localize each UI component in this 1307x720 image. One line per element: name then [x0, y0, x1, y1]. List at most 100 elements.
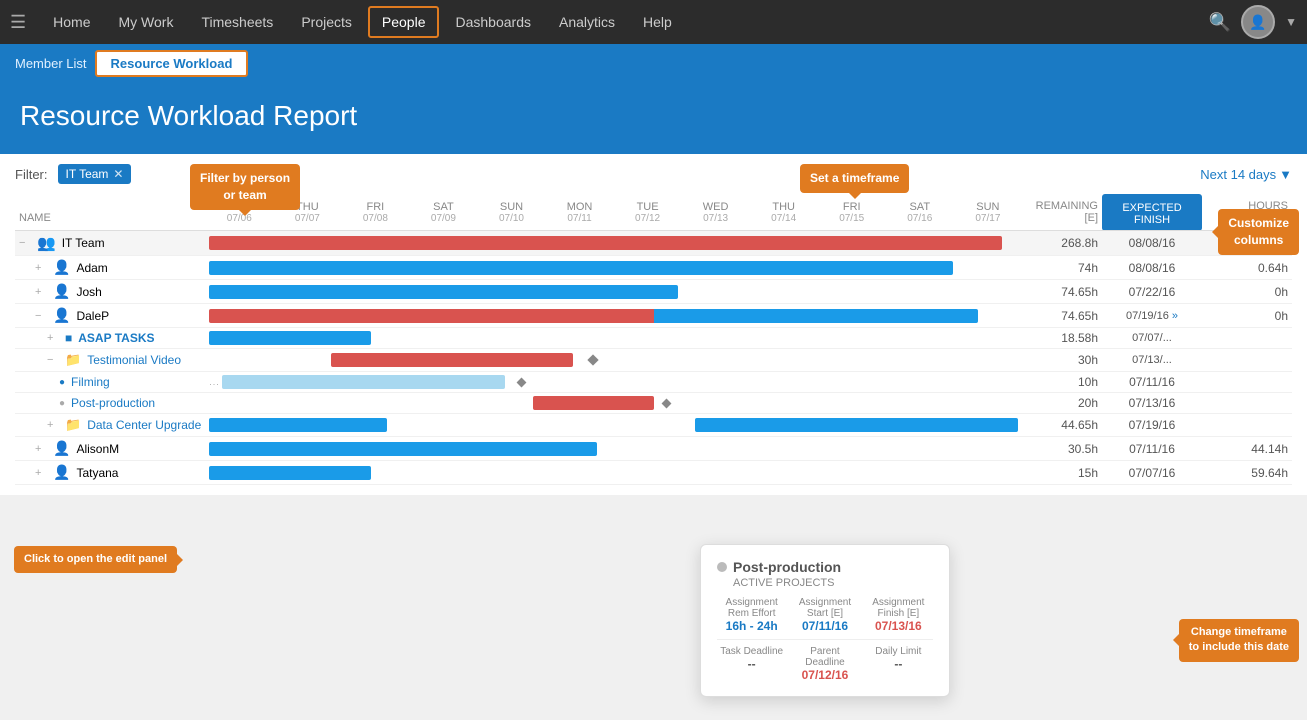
subnav-tab-resource-workload[interactable]: Resource Workload	[95, 50, 249, 77]
popup-col1-label: Assignment Rem Effort	[717, 597, 786, 619]
expand-tatyana[interactable]: +	[35, 467, 47, 479]
popup-col2-value: 07/11/16	[790, 619, 859, 633]
available-datacenter	[1202, 414, 1292, 437]
col-date-3: Sat 07/09	[409, 194, 477, 231]
itteam-label: IT Team	[62, 236, 105, 250]
table-row[interactable]: + ■ ASAP TASKS 18.58h 07/07/...	[15, 328, 1292, 349]
filter-tag-itteam[interactable]: IT Team ✕	[58, 164, 132, 184]
expected-filming: 07/11/16	[1102, 372, 1202, 393]
sub-navigation: Member List Resource Workload	[0, 44, 1307, 82]
table-row[interactable]: ● Filming ... 10h 07/11/16	[15, 372, 1292, 393]
popup-row2-label1: Task Deadline	[717, 646, 786, 657]
remaining-alisonm: 30.5h	[1022, 437, 1102, 461]
expand-datacenter[interactable]: +	[47, 419, 59, 431]
nav-timesheets[interactable]: Timesheets	[189, 8, 285, 36]
testimonial-label[interactable]: Testimonial Video	[87, 353, 181, 367]
datacenter-folder-icon: 📁	[65, 417, 81, 433]
nav-analytics[interactable]: Analytics	[547, 8, 627, 36]
table-row[interactable]: − 📁 Testimonial Video 30h	[15, 349, 1292, 372]
table-row[interactable]: − 👤 DaleP 74.65h 07/19/16 » 0h	[15, 304, 1292, 328]
asap-label[interactable]: ASAP TASKS	[78, 331, 154, 345]
available-postprod	[1202, 393, 1292, 414]
expected-postprod: 07/13/16	[1102, 393, 1202, 414]
name-cell-postprod: ● Post-production	[15, 393, 205, 414]
available-dalep: 0h	[1202, 304, 1292, 328]
gantt-cell-adam	[205, 256, 1022, 280]
gantt-cell-filming: ...	[205, 372, 1022, 393]
col-date-6: Tue 07/12	[614, 194, 682, 231]
available-josh: 0h	[1202, 280, 1292, 304]
popup-col1-value: 16h - 24h	[717, 619, 786, 633]
available-adam: 0.64h	[1202, 256, 1292, 280]
callout-edit-panel: Click to open the edit panel	[14, 546, 177, 573]
expected-datacenter: 07/19/16	[1102, 414, 1202, 437]
content-area: Filter by person or team Set a timeframe…	[0, 154, 1307, 495]
testimonial-folder-icon: 📁	[65, 352, 81, 368]
table-row[interactable]: − 👥 IT Team 268.8h 08/08/16 104.42h	[15, 231, 1292, 256]
expand-testimonial[interactable]: −	[47, 354, 59, 366]
nav-help[interactable]: Help	[631, 8, 684, 36]
filming-label[interactable]: Filming	[71, 375, 110, 389]
table-row[interactable]: + 👤 Tatyana 15h 07/07/16 59.64h	[15, 461, 1292, 485]
expand-dalep[interactable]: −	[35, 310, 47, 322]
popup-row2-val2: 07/12/16	[790, 668, 859, 682]
postprod-label[interactable]: Post-production	[71, 396, 155, 410]
expand-adam[interactable]: +	[35, 262, 47, 274]
col-remaining: Remaining [E]	[1022, 194, 1102, 231]
nav-people[interactable]: People	[368, 6, 440, 38]
gantt-cell-alisonm	[205, 437, 1022, 461]
popup-subtitle: ACTIVE PROJECTS	[733, 577, 933, 589]
remaining-tatyana: 15h	[1022, 461, 1102, 485]
available-testimonial	[1202, 349, 1292, 372]
filter-tag-remove[interactable]: ✕	[113, 167, 123, 181]
gantt-cell-datacenter	[205, 414, 1022, 437]
gantt-cell-josh	[205, 280, 1022, 304]
timeframe-button[interactable]: Next 14 days ▼	[1200, 167, 1292, 182]
gantt-cell-postprod	[205, 393, 1022, 414]
datacenter-label[interactable]: Data Center Upgrade	[87, 418, 201, 432]
alisonm-label: AlisonM	[76, 442, 119, 456]
menu-icon[interactable]: ☰	[10, 12, 26, 33]
filter-label: Filter:	[15, 167, 48, 182]
expected-asap: 07/07/...	[1102, 328, 1202, 349]
expected-josh: 07/22/16	[1102, 280, 1202, 304]
popup-card: Post-production ACTIVE PROJECTS Assignme…	[700, 544, 950, 697]
expected-alisonm: 07/11/16	[1102, 437, 1202, 461]
popup-row2-val1: --	[717, 657, 786, 671]
gantt-cell-tatyana	[205, 461, 1022, 485]
col-name: NAME	[15, 194, 205, 231]
table-row[interactable]: ● Post-production 20h 07/13/16	[15, 393, 1292, 414]
table-row[interactable]: + 👤 AlisonM 30.5h 07/11/16 44.14h	[15, 437, 1292, 461]
expand-asap[interactable]: +	[47, 332, 59, 344]
table-row[interactable]: + 📁 Data Center Upgrade 44.65h 07/19/16	[15, 414, 1292, 437]
gantt-cell-asap	[205, 328, 1022, 349]
popup-status-dot	[717, 562, 727, 572]
avatar[interactable]: 👤	[1241, 5, 1275, 39]
nav-mywork[interactable]: My Work	[107, 8, 186, 36]
tatyana-icon: 👤	[53, 464, 70, 481]
nav-home[interactable]: Home	[41, 8, 102, 36]
tatyana-label: Tatyana	[76, 466, 118, 480]
expand-itteam[interactable]: −	[19, 237, 31, 249]
name-cell-itteam: − 👥 IT Team	[15, 231, 205, 256]
available-asap	[1202, 328, 1292, 349]
callout-customize: Customize columns	[1218, 209, 1299, 255]
table-row[interactable]: + 👤 Adam 74h 08/08/16 0.64h	[15, 256, 1292, 280]
workload-table: NAME Wed 07/06 Thu 07/07 Fri 07/08 Sat 0…	[15, 194, 1292, 485]
expand-josh[interactable]: +	[35, 286, 47, 298]
table-row[interactable]: + 👤 Josh 74.65h 07/22/16 0h	[15, 280, 1292, 304]
dropdown-icon[interactable]: ▼	[1285, 15, 1297, 29]
expected-itteam: 08/08/16	[1102, 231, 1202, 256]
available-filming	[1202, 372, 1292, 393]
expand-alisonm[interactable]: +	[35, 443, 47, 455]
page-header: Resource Workload Report	[0, 82, 1307, 154]
expected-dalep: 07/19/16 »	[1102, 304, 1202, 328]
search-icon[interactable]: 🔍	[1209, 12, 1231, 33]
team-icon: 👥	[37, 234, 56, 252]
nav-dashboards[interactable]: Dashboards	[443, 8, 543, 36]
expected-tatyana: 07/07/16	[1102, 461, 1202, 485]
subnav-label: Member List	[15, 56, 87, 71]
popup-row2-label3: Daily Limit	[864, 646, 933, 657]
nav-projects[interactable]: Projects	[289, 8, 364, 36]
callout-filter: Filter by person or team	[190, 164, 300, 210]
